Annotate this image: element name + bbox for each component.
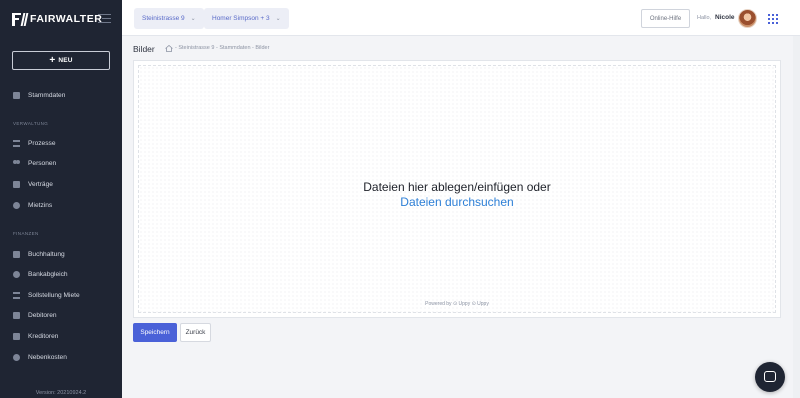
breadcrumb[interactable]: - Steinistrasse 9 - Stammdaten - Bilder — [175, 45, 269, 51]
sidebar-item-kreditoren[interactable]: Kreditoren — [13, 330, 58, 342]
document-icon — [13, 91, 20, 99]
logo-mark-icon — [12, 12, 29, 26]
bank-icon — [13, 270, 20, 278]
sidebar-item-label: Kreditoren — [28, 332, 59, 340]
debtor-icon — [13, 311, 20, 319]
sidebar-item-mietzins[interactable]: Mietzins — [13, 199, 52, 211]
sidebar-item-personen[interactable]: Personen — [13, 157, 56, 169]
browse-files-link[interactable]: Dateien durchsuchen — [139, 195, 775, 209]
sidebar-item-buchhaltung[interactable]: Buchhaltung — [13, 248, 65, 260]
sidebar-item-label: Personen — [28, 159, 57, 167]
page-title: Bilder — [133, 44, 155, 54]
coin-icon — [13, 201, 20, 209]
sidebar: FAIRWALTER + NEU Stammdaten VERWALTUNG P… — [0, 0, 122, 398]
new-button[interactable]: + NEU — [12, 51, 110, 70]
sidebar-item-nebenkosten[interactable]: Nebenkosten — [13, 351, 67, 363]
sidebar-item-label: Stammdaten — [28, 91, 66, 99]
new-button-label: NEU — [58, 57, 73, 64]
powered-by-text: Powered by ⊙ Uppy ⊙ Uppy — [425, 301, 489, 307]
plus-icon: + — [49, 54, 56, 66]
sidebar-item-vertraege[interactable]: Verträge — [13, 178, 53, 190]
sidebar-item-label: Prozesse — [28, 139, 56, 147]
sidebar-item-label: Sollstellung Miete — [28, 291, 80, 299]
sidebar-item-bankabgleich[interactable]: Bankabgleich — [13, 268, 68, 280]
invoice-icon — [13, 291, 20, 299]
back-button[interactable]: Zurück — [180, 323, 211, 342]
property-selector[interactable]: Steinistrasse 9 ⌄ — [134, 8, 204, 29]
menu-toggle-icon[interactable] — [98, 14, 111, 24]
user-name[interactable]: Nicole — [715, 14, 735, 21]
scrollbar[interactable] — [793, 36, 800, 398]
top-bar: Steinistrasse 9 ⌄ Homer Simpson + 3 ⌄ On… — [122, 0, 800, 36]
sidebar-item-label: Mietzins — [28, 201, 53, 209]
sidebar-item-label: Nebenkosten — [28, 353, 67, 361]
utilities-icon — [13, 353, 20, 361]
sidebar-item-label: Debitoren — [28, 311, 57, 319]
upload-card: Dateien hier ablegen/einfügen oder Datei… — [133, 60, 781, 318]
sidebar-item-label: Buchhaltung — [28, 250, 65, 258]
brand-logo[interactable]: FAIRWALTER — [12, 11, 102, 27]
version-label: Version: 20210924.2 — [35, 390, 87, 396]
person-selector[interactable]: Homer Simpson + 3 ⌄ — [204, 8, 289, 29]
chevron-down-icon: ⌄ — [190, 16, 196, 22]
property-selector-label: Steinistrasse 9 — [142, 15, 185, 22]
chevron-down-icon: ⌄ — [275, 16, 281, 22]
dropzone[interactable]: Dateien hier ablegen/einfügen oder Datei… — [138, 65, 776, 313]
sidebar-item-debitoren[interactable]: Debitoren — [13, 309, 57, 321]
online-help-button[interactable]: Online-Hilfe — [641, 9, 690, 28]
users-icon — [13, 159, 20, 167]
sidebar-item-label: Verträge — [28, 180, 53, 188]
list-icon — [13, 139, 20, 147]
section-label-finanzen: FINANZEN — [13, 231, 39, 236]
greeting-text: Hallo, — [697, 15, 712, 21]
sidebar-item-stammdaten[interactable]: Stammdaten — [13, 89, 65, 101]
brand-name: FAIRWALTER — [30, 13, 103, 25]
section-label-verwaltung: VERWALTUNG — [13, 121, 49, 126]
home-icon[interactable] — [165, 45, 173, 52]
person-selector-label: Homer Simpson + 3 — [212, 15, 270, 22]
avatar[interactable] — [738, 9, 757, 28]
save-button[interactable]: Speichern — [133, 323, 177, 342]
drop-instruction: Dateien hier ablegen/einfügen oder — [363, 180, 551, 194]
contract-icon — [13, 180, 20, 188]
chat-icon — [764, 371, 776, 382]
sidebar-item-label: Bankabgleich — [28, 270, 68, 278]
chat-launcher-button[interactable] — [755, 362, 785, 392]
creditor-icon — [13, 332, 20, 340]
ledger-icon — [13, 250, 20, 258]
apps-grid-icon[interactable] — [768, 14, 778, 24]
sidebar-item-prozesse[interactable]: Prozesse — [13, 137, 56, 149]
sidebar-item-sollstellung-miete[interactable]: Sollstellung Miete — [13, 289, 80, 301]
